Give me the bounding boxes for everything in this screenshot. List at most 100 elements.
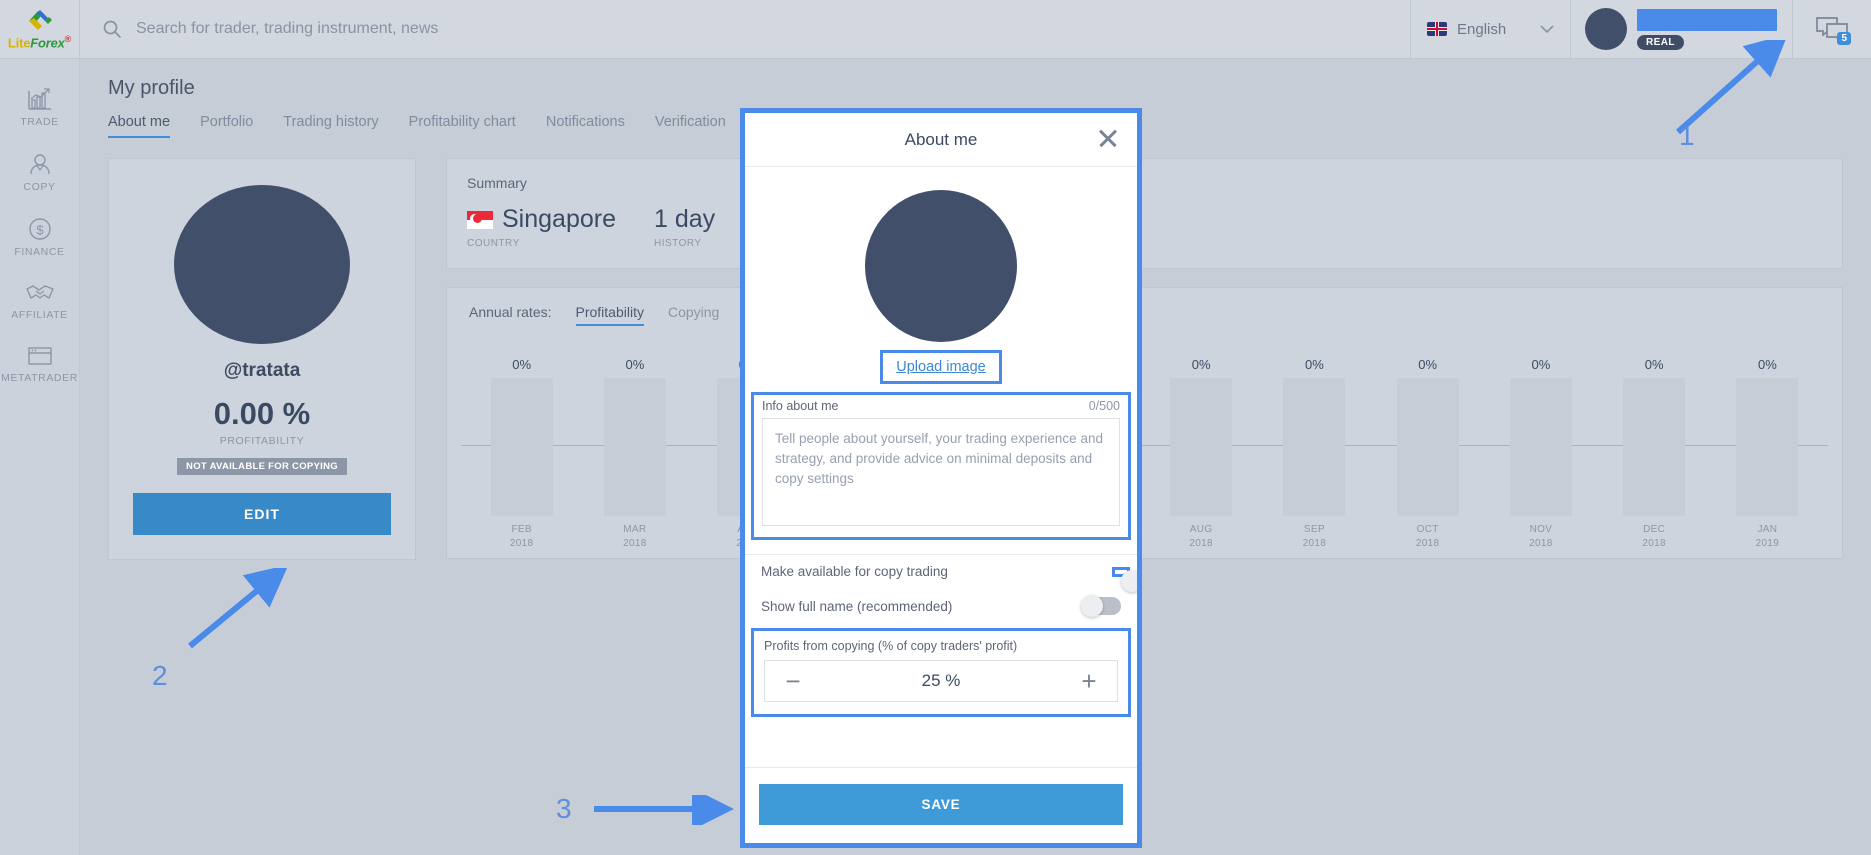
save-button[interactable]: SAVE xyxy=(759,784,1123,825)
summary-stats: Singapore COUNTRY 1 day HISTORY 10.0 MY … xyxy=(467,205,1822,249)
bar xyxy=(604,378,666,516)
profile-card: @tratata 0.00 % PROFITABILITY NOT AVAILA… xyxy=(108,158,416,560)
sidebar-item-affiliate[interactable]: AFFILIATE xyxy=(0,270,79,333)
bar-category-label: FEB2018 xyxy=(510,523,533,550)
modal-avatar-wrapper xyxy=(745,167,1137,342)
profit-percent-value: 25 % xyxy=(922,671,961,691)
profits-from-copying-highlight: Profits from copying (% of copy traders'… xyxy=(751,628,1131,717)
account-selector[interactable]: REAL xyxy=(1571,0,1793,58)
account-info: REAL xyxy=(1637,9,1777,50)
bar-value-label: 0% xyxy=(1418,357,1437,372)
messages-button[interactable]: 5 xyxy=(1793,0,1871,58)
sidebar-item-metatrader[interactable]: METATRADER xyxy=(0,333,79,396)
summary-title: Summary xyxy=(467,175,1822,191)
show-full-name-label: Show full name (recommended) xyxy=(761,599,952,614)
info-about-me-label: Info about me xyxy=(762,399,838,413)
brand-logo[interactable]: LiteForex® xyxy=(0,0,80,58)
bar xyxy=(1510,378,1572,516)
upload-image-link[interactable]: Upload image xyxy=(896,359,985,375)
bar xyxy=(1623,378,1685,516)
about-me-modal: About me Upload image Info about me 0/50… xyxy=(740,108,1142,848)
bar-category-label: OCT2018 xyxy=(1416,523,1439,550)
messages-count-badge: 5 xyxy=(1837,32,1851,45)
status-badge: NOT AVAILABLE FOR COPYING xyxy=(177,458,347,475)
chevron-down-icon xyxy=(1540,25,1554,34)
bar-category-label: MAR2018 xyxy=(623,523,646,550)
bar-column: 0%AUG2018 xyxy=(1145,357,1258,550)
bar-column: 0% DEC2018 xyxy=(1598,357,1711,550)
close-icon[interactable] xyxy=(1097,127,1119,149)
copy-trading-toggle-highlight xyxy=(1112,567,1130,577)
modal-footer: SAVE xyxy=(745,767,1137,843)
bar-category-label: DEC2018 xyxy=(1642,523,1665,550)
brand-registered-mark: ® xyxy=(65,34,71,44)
info-about-me-highlight: Info about me 0/500 xyxy=(751,392,1131,540)
decrement-button[interactable]: − xyxy=(781,668,805,694)
upload-image-highlight: Upload image xyxy=(880,350,1002,384)
liteforex-logo-icon xyxy=(25,7,55,33)
search-input[interactable] xyxy=(136,20,1313,38)
avatar xyxy=(1585,8,1627,50)
info-char-counter: 0/500 xyxy=(1089,399,1120,413)
bar-column: 0%SEP2018 xyxy=(1258,357,1371,550)
profitability-bar-chart: 0%FEB20180%MAR20180%APR20180%MAY20180%JU… xyxy=(461,342,1828,550)
bar-column: 0%MAR2018 xyxy=(578,357,691,550)
stat-value: Singapore xyxy=(502,205,616,234)
sidebar-item-trade[interactable]: TRADE xyxy=(0,75,79,140)
tab-verification[interactable]: Verification xyxy=(655,114,726,138)
bar-category-label: AUG2018 xyxy=(1189,523,1212,550)
sidebar-item-label: FINANCE xyxy=(14,246,64,258)
chart-bars-icon xyxy=(27,87,53,111)
rates-tab-profitability[interactable]: Profitability xyxy=(576,304,644,326)
tab-about-me[interactable]: About me xyxy=(108,114,170,138)
edit-button[interactable]: EDIT xyxy=(133,493,391,535)
window-icon xyxy=(27,345,53,367)
singapore-flag-icon xyxy=(467,211,493,229)
brand-forex: Forex xyxy=(30,36,64,51)
tab-notifications[interactable]: Notifications xyxy=(546,114,625,138)
info-about-me-textarea[interactable] xyxy=(762,418,1120,526)
account-type-badge: REAL xyxy=(1637,35,1684,50)
summary-card: Summary Singapore COUNTRY xyxy=(446,158,1843,269)
callout-number-3: 3 xyxy=(556,793,572,825)
modal-avatar xyxy=(865,190,1017,342)
tab-profitability-chart[interactable]: Profitability chart xyxy=(409,114,516,138)
profit-percent-stepper: − 25 % + xyxy=(764,660,1118,702)
bar-column: 0%JAN2019 xyxy=(1711,357,1824,550)
person-icon xyxy=(27,152,53,176)
search-bar[interactable] xyxy=(80,0,1411,58)
stat-country: Singapore COUNTRY xyxy=(467,205,616,249)
increment-button[interactable]: + xyxy=(1077,668,1101,694)
bar-category-label: JAN2019 xyxy=(1756,523,1779,550)
handshake-icon xyxy=(25,282,55,304)
sidebar-item-copy[interactable]: COPY xyxy=(0,140,79,205)
tab-trading-history[interactable]: Trading history xyxy=(283,114,378,138)
sidebar-item-label: METATRADER xyxy=(1,372,78,384)
dollar-circle-icon: $ xyxy=(27,217,53,241)
annual-rates-header: Annual rates: Profitability Copying xyxy=(461,304,1828,326)
rates-tab-copying[interactable]: Copying xyxy=(668,304,719,326)
show-full-name-toggle[interactable] xyxy=(1081,597,1121,615)
language-selector[interactable]: English xyxy=(1411,0,1571,58)
bar-column: 0% NOV2018 xyxy=(1484,357,1597,550)
account-name-redacted xyxy=(1637,9,1777,31)
profile-avatar xyxy=(174,185,350,344)
modal-title: About me xyxy=(905,130,978,150)
sidebar-item-finance[interactable]: $ FINANCE xyxy=(0,205,79,270)
search-icon xyxy=(102,19,122,39)
tab-portfolio[interactable]: Portfolio xyxy=(200,114,253,138)
bar-value-label: 0% xyxy=(1531,357,1550,372)
profitability-label: PROFITABILITY xyxy=(220,435,305,447)
bar xyxy=(1397,378,1459,516)
top-bar: LiteForex® English REAL xyxy=(0,0,1871,59)
profitability-value: 0.00 % xyxy=(214,396,311,432)
brand-wordmark: LiteForex® xyxy=(8,34,71,50)
bar-value-label: 0% xyxy=(1645,357,1664,372)
stat-value: 1 day xyxy=(654,205,715,234)
bar xyxy=(1283,378,1345,516)
bar-column: 0% OCT2018 xyxy=(1371,357,1484,550)
bar-category-label: NOV2018 xyxy=(1529,523,1552,550)
callout-number-2: 2 xyxy=(152,660,168,692)
brand-lite: Lite xyxy=(8,36,30,51)
bar xyxy=(491,378,553,516)
